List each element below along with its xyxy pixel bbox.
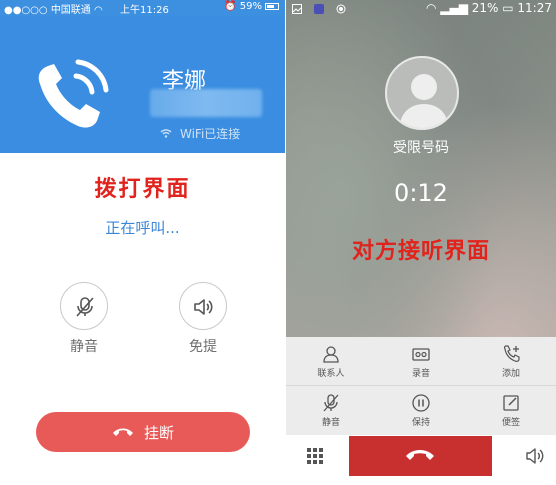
hangup-button[interactable]: 挂断 [36, 412, 250, 452]
record-icon [412, 348, 430, 361]
hold-button[interactable]: 保持 [376, 386, 466, 434]
hangup-label: 挂断 [143, 423, 174, 442]
image-icon [292, 4, 302, 14]
record-label: 录音 [411, 369, 430, 379]
contact-icon [323, 346, 339, 363]
phone-icon [38, 59, 109, 128]
mute-mic-icon [76, 297, 94, 317]
blurred-phone-number [150, 89, 262, 117]
status-time: 11:27 [517, 1, 552, 15]
battery-percent: 21% [471, 1, 499, 15]
record-dot-icon [336, 4, 346, 14]
call-header: 李娜 WiFi已连接 [0, 16, 285, 153]
hangup-icon [406, 450, 434, 460]
note-button[interactable]: 便签 [466, 386, 556, 434]
dialing-caption: 拨打界面 [94, 177, 191, 202]
add-call-icon [503, 345, 520, 362]
wifi-icon: ◠ [94, 5, 103, 16]
hold-icon [412, 394, 430, 412]
add-call-button[interactable]: 添加 [466, 337, 556, 385]
speaker-icon [194, 299, 213, 315]
status-bar: ●●○○○ 中国联通 ◠ 上午11:26 ⏰ 59% [0, 0, 285, 16]
call-timer: 0:12 [394, 179, 448, 207]
mute-label: 静音 [70, 339, 98, 355]
record-button[interactable]: 录音 [376, 337, 466, 385]
calling-status: 正在呼叫... [105, 219, 180, 237]
add-call-label: 添加 [501, 369, 520, 379]
wifi-icon [160, 128, 172, 141]
carrier-label: 中国联通 [50, 5, 91, 16]
speaker-button[interactable] [179, 282, 227, 330]
answered-caption: 对方接听界面 [351, 239, 490, 264]
battery-percent: 59% [239, 1, 262, 12]
status-time: 上午11:26 [120, 5, 169, 16]
mute-icon [323, 394, 339, 412]
note-label: 便签 [501, 418, 520, 428]
hangup-icon [112, 428, 133, 436]
contacts-label: 联系人 [317, 369, 345, 379]
status-bar: ◠ ▂▄▆ 21% ▭ 11:27 [286, 0, 556, 18]
mute-label: 静音 [321, 418, 340, 428]
mute-button[interactable] [60, 282, 108, 330]
battery-icon: ▭ [502, 1, 518, 15]
wifi-status: WiFi已连接 [180, 127, 241, 141]
caller-label: 受限号码 [393, 140, 449, 156]
answered-screen: ◠ ▂▄▆ 21% ▭ 11:27 受限号码 0:12 对方接听界面 联系人 录… [286, 0, 556, 485]
wifi-icon: ◠ [425, 1, 441, 15]
contacts-button[interactable]: 联系人 [286, 337, 376, 385]
end-call-button[interactable] [349, 436, 492, 476]
mute-button[interactable]: 静音 [286, 386, 376, 434]
alarm-icon: ⏰ [224, 1, 240, 12]
battery-icon [265, 2, 279, 10]
hold-label: 保持 [411, 418, 430, 428]
signal-icon: ▂▄▆ [440, 1, 472, 15]
call-actions-grid: 联系人 录音 添加 静音 保持 便签 [286, 337, 556, 435]
note-icon [503, 395, 519, 411]
caller-avatar [385, 56, 459, 130]
speaker-label: 免提 [189, 339, 217, 355]
dialpad-icon[interactable] [306, 447, 324, 465]
app-icon [313, 4, 324, 14]
speaker-icon[interactable] [524, 445, 546, 467]
bottom-bar [286, 435, 556, 485]
dialing-screen: ●●○○○ 中国联通 ◠ 上午11:26 ⏰ 59% 李娜 WiFi已连接 拨打… [0, 0, 285, 485]
signal-dots-icon: ●●○○○ [4, 5, 51, 16]
